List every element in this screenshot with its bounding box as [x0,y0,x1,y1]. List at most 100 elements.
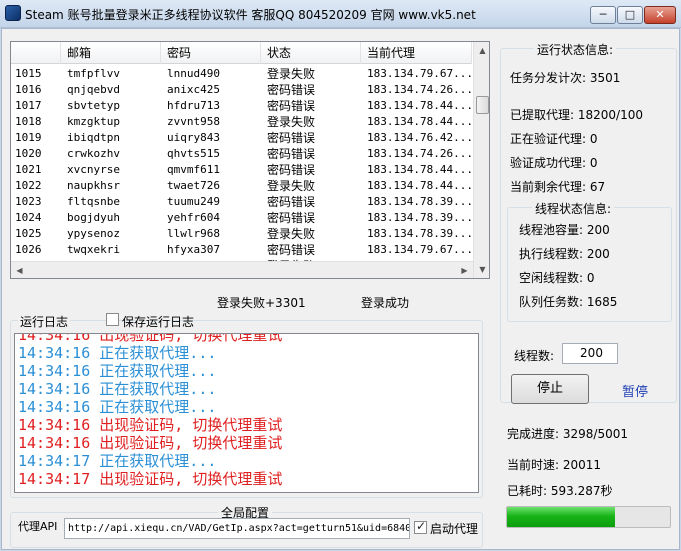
column-header-email[interactable]: 邮箱 [61,42,161,64]
verified-proxy-row: 验证成功代理: 0 [510,154,598,171]
table-cell: 1018 [15,115,42,128]
list-rows: 1015 tmfpflvv lnnud490 登录失败 183.134.79.67...… [11,66,473,274]
running-threads-value: 200 [586,247,610,261]
table-row[interactable]: 1022 naupkhsr twaet726 登录失败 183.134.78.44... [11,178,473,194]
log-line: 14:34:16 正在获取代理... [18,344,216,362]
table-row[interactable]: 1024 bogjdyuh yehfr604 密码错误 183.134.78.39... [11,210,473,226]
log-line: 14:34:16 正在获取代理... [18,380,216,398]
table-cell: tuumu249 [167,195,220,208]
enable-proxy-label[interactable]: 启动代理 [430,520,478,537]
table-cell: 1025 [15,227,42,240]
scroll-right-arrow-icon[interactable]: ▶ [456,262,473,278]
table-cell: 1015 [15,67,42,80]
table-cell: 密码错误 [267,131,316,145]
scroll-down-arrow-icon[interactable]: ▼ [474,261,489,278]
log-message: 出现验证码, 切换代理重试 [99,416,283,434]
log-time: 14:34:16 [18,333,91,344]
log-time: 14:34:16 [18,362,91,380]
app-icon [5,5,21,21]
list-header: 邮箱 密码 状态 当前代理 [11,42,472,64]
column-header-proxy[interactable]: 当前代理 [361,42,472,64]
remaining-proxy-row: 当前剩余代理: 67 [510,178,605,195]
scroll-thumb[interactable] [476,96,489,114]
pool-capacity-value: 200 [586,223,610,237]
table-row[interactable]: 1025 ypysenoz llwlr968 登录失败 183.134.78.39... [11,226,473,242]
table-row[interactable]: 1018 kmzgktup zvvnt958 登录失败 183.134.78.44... [11,114,473,130]
success-label: 登录成功 [361,296,410,310]
save-log-label[interactable]: 保存运行日志 [122,313,194,330]
table-cell: zvvnt958 [167,115,220,128]
enable-proxy-checkbox[interactable] [414,519,427,534]
current-speed-value: 20011 [562,458,602,472]
minimize-button[interactable]: ─ [590,6,616,24]
table-row[interactable]: 1017 sbvtetyp hfdru713 密码错误 183.134.78.44... [11,98,473,114]
table-cell: 183.134.78.39... [367,211,473,224]
column-header-password[interactable]: 密码 [161,42,261,64]
close-button[interactable]: ✕ [644,6,676,24]
window-title: Steam 账号批量登录米正多线程协议软件 客服QQ 804520209 官网 … [25,8,476,22]
table-cell: bogjdyuh [67,211,120,224]
proxy-api-input[interactable]: http://api.xiequ.cn/VAD/GetIp.aspx?act=g… [64,518,410,539]
table-cell: xvcnyrse [67,163,120,176]
table-cell: 登录失败 [267,67,316,81]
table-row[interactable]: 1021 xvcnyrse qmvmf611 密码错误 183.134.78.44... [11,162,473,178]
run-log-title: 运行日志 [18,313,71,330]
log-line: 14:34:16 正在获取代理... [18,362,216,380]
run-log-box[interactable]: 14:34:16 出现验证码, 切换代理重试 14:34:16 正在获取代理...… [14,333,479,493]
list-horizontal-scrollbar[interactable]: ◀ ▶ [11,261,473,278]
log-line: 14:34:17 正在获取代理... [18,452,216,470]
thread-count-label: 线程数: [514,349,555,363]
save-log-checkbox[interactable] [106,313,119,326]
scroll-left-arrow-icon[interactable]: ◀ [11,262,28,278]
table-row[interactable]: 1023 fltqsnbe tuumu249 密码错误 183.134.78.39... [11,194,473,210]
table-cell: 183.134.76.42... [367,131,473,144]
table-row[interactable]: 1020 crwkozhv qhvts515 密码错误 183.134.74.26... [11,146,473,162]
dispatch-count-row: 任务分发计次: 3501 [510,69,620,86]
table-cell: sbvtetyp [67,99,120,112]
table-cell: 密码错误 [267,211,316,225]
table-cell: kmzgktup [67,115,120,128]
log-message: 出现验证码, 切换代理重试 [99,434,283,452]
table-cell: 1017 [15,99,42,112]
log-message: 正在获取代理... [99,398,217,416]
account-list[interactable]: 邮箱 密码 状态 当前代理 1015 tmfpflvv lnnud490 登录失败 18… [10,41,490,279]
table-cell: 密码错误 [267,163,316,177]
verified-proxy-label: 验证成功代理: [510,156,587,170]
table-cell: 183.134.78.39... [367,227,473,240]
table-cell: 登录失败 [267,179,316,193]
scroll-up-arrow-icon[interactable]: ▲ [474,42,489,59]
stop-button[interactable]: 停止 [511,374,589,404]
proxy-api-label: 代理API [18,520,58,533]
running-threads-row: 执行线程数: 200 [519,245,610,262]
verifying-proxy-value: 0 [589,132,598,146]
table-cell: 1020 [15,147,42,160]
table-cell: naupkhsr [67,179,120,192]
fetched-proxy-label: 已提取代理: [510,108,575,122]
log-time: 14:34:16 [18,344,91,362]
column-header-status[interactable]: 状态 [261,42,361,64]
table-cell: qmvmf611 [167,163,220,176]
current-speed-row: 当前时速: 20011 [507,456,601,473]
table-cell: 183.134.74.26... [367,147,473,160]
thread-count-input[interactable]: 200 [562,343,618,364]
table-row[interactable]: 1015 tmfpflvv lnnud490 登录失败 183.134.79.67... [11,66,473,82]
running-threads-label: 执行线程数: [519,247,584,261]
table-cell: 1024 [15,211,42,224]
complete-progress-label: 完成进度: [507,427,560,441]
elapsed-time-value: 593.287秒 [550,484,613,498]
table-cell: 183.134.78.39... [367,195,473,208]
list-vertical-scrollbar[interactable]: ▲ ▼ [473,42,489,278]
table-cell: llwlr968 [167,227,220,240]
table-cell: yehfr604 [167,211,220,224]
table-row[interactable]: 1026 twqxekri hfyxa307 密码错误 183.134.79.67... [11,242,473,258]
table-cell: hfdru713 [167,99,220,112]
log-time: 14:34:16 [18,434,91,452]
maximize-button[interactable]: □ [617,6,643,24]
table-row[interactable]: 1019 ibiqdtpn uiqry843 密码错误 183.134.76.42... [11,130,473,146]
log-line: 14:34:16 出现验证码, 切换代理重试 [18,434,282,452]
log-time: 14:34:17 [18,452,91,470]
progress-bar [506,506,671,528]
table-row[interactable]: 1016 qnjqebvd anixc425 密码错误 183.134.74.26... [11,82,473,98]
pause-button[interactable]: 暂停 [622,381,648,400]
column-header-id[interactable] [11,42,61,64]
